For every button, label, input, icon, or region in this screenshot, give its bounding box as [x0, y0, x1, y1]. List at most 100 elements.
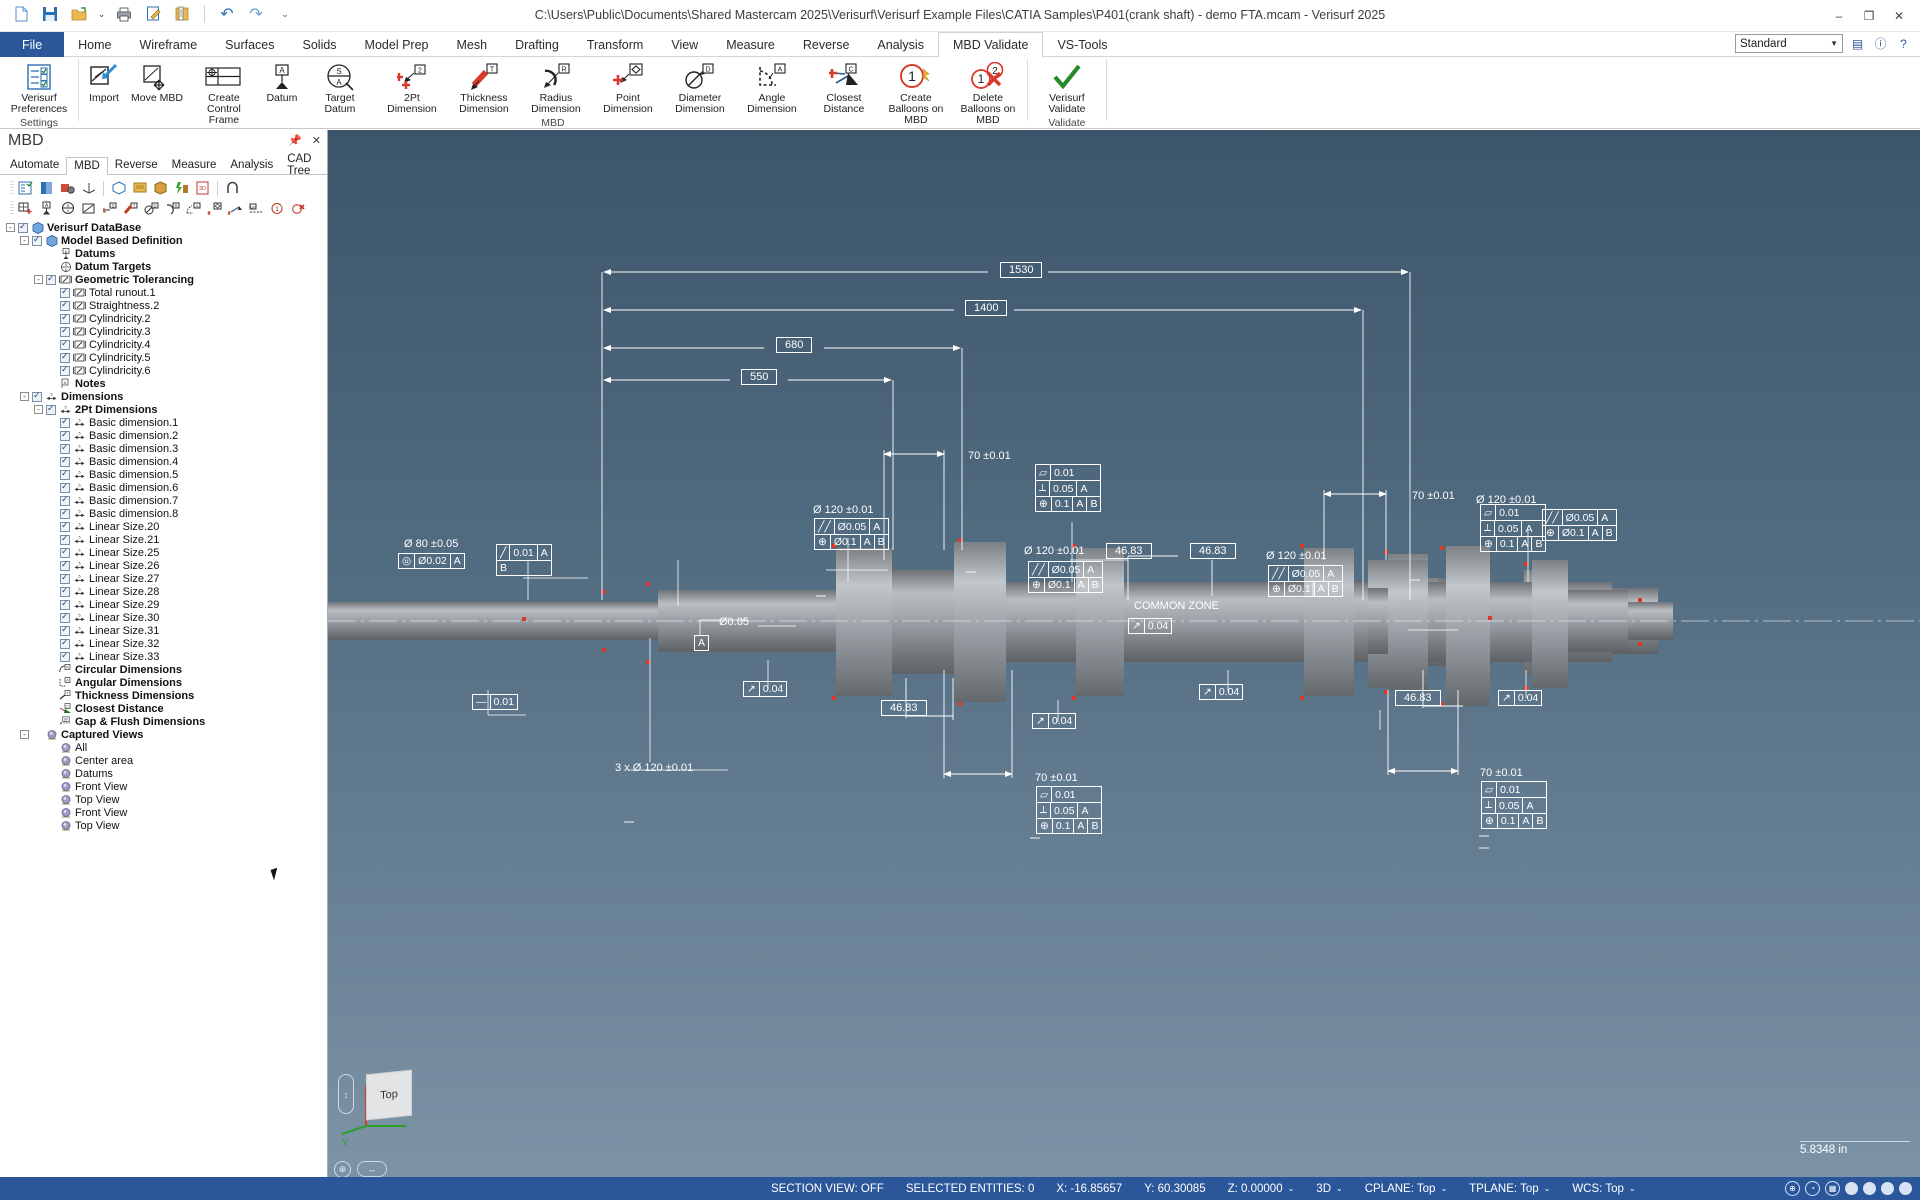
redo-icon[interactable]: ↷ — [245, 3, 267, 25]
tree-item-checkbox[interactable] — [60, 442, 70, 454]
datum-icon[interactable]: A — [37, 199, 56, 217]
tree-item[interactable]: 5 Basic dimension.2 — [6, 429, 327, 442]
panel-tab-analysis[interactable]: Analysis — [223, 156, 280, 174]
tree-item[interactable]: All — [6, 741, 327, 754]
tab-transform[interactable]: Transform — [573, 32, 658, 57]
close-button[interactable]: ✕ — [1884, 4, 1914, 28]
tab-surfaces[interactable]: Surfaces — [211, 32, 288, 57]
dim-3x-diam-120[interactable]: 3 x Ø 120 ±0.01 — [615, 762, 693, 774]
dim-46-83-d[interactable]: 46.83 — [1395, 690, 1441, 706]
tab-mbd-validate[interactable]: MBD Validate — [937, 32, 1044, 58]
fcf-runout-b[interactable]: ↗ 0.04 — [743, 681, 788, 697]
tree-item-checkbox[interactable] — [60, 585, 70, 597]
tree-item-checkbox[interactable] — [60, 429, 70, 441]
angle-dimension-icon[interactable]: A — [184, 199, 203, 217]
tree-item[interactable]: 5 Linear Size.27 — [6, 572, 327, 585]
tree-item-checkbox[interactable] — [32, 234, 42, 246]
dim-1400[interactable]: 1400 — [965, 300, 1008, 316]
target-center-icon[interactable]: ⊕ — [334, 1161, 351, 1178]
dim-diam-80[interactable]: Ø 80 ±0.05 — [404, 538, 458, 550]
fcf-runout-a[interactable]: —0.01 — [472, 694, 518, 710]
fcf-parallel-120-d[interactable]: ╱╱ Ø0.05 A ⊕ Ø0.1 A B — [1268, 565, 1343, 597]
fcf-straightness-b[interactable]: ╱ 0.01 A B — [496, 544, 552, 576]
collapse-toggle-icon[interactable]: - — [6, 223, 15, 232]
dim-46-83-c[interactable]: 46.83 — [881, 700, 927, 716]
fcf-common-zone[interactable]: ↗ 0.04 — [1128, 618, 1173, 634]
tab-vs-tools[interactable]: VS-Tools — [1043, 32, 1121, 57]
tree-item[interactable]: 5 Linear Size.28 — [6, 585, 327, 598]
tree-item-checkbox[interactable] — [60, 507, 70, 519]
move-mbd-button[interactable]: Move MBD — [126, 59, 188, 104]
tree-item-checkbox[interactable] — [60, 559, 70, 571]
folder-list-icon[interactable] — [171, 3, 193, 25]
view-gizmo[interactable]: Top X Y ↕ — [336, 1064, 446, 1154]
save-icon[interactable] — [39, 3, 61, 25]
grid-icon[interactable]: ▦ — [1825, 1181, 1840, 1196]
tab-home[interactable]: Home — [64, 32, 125, 57]
tree-item[interactable]: - Verisurf DataBase — [6, 221, 327, 234]
minimize-button[interactable]: – — [1824, 4, 1854, 28]
tree-item[interactable]: Straightness.2 — [6, 299, 327, 312]
tab-file[interactable]: File — [0, 32, 65, 57]
maximize-button[interactable]: ❐ — [1854, 4, 1884, 28]
tree-item-checkbox[interactable] — [60, 468, 70, 480]
pin-icon[interactable]: 📌 — [288, 134, 302, 147]
close-icon[interactable]: ✕ — [312, 134, 321, 147]
tree-item[interactable]: - Captured Views — [6, 728, 327, 741]
edit-file-icon[interactable] — [142, 3, 164, 25]
radius-dimension-icon[interactable]: R — [163, 199, 182, 217]
tree-item[interactable]: 5 Basic dimension.1 — [6, 416, 327, 429]
status-x[interactable]: X: -16.85657 — [1045, 1183, 1133, 1195]
undo-icon[interactable]: ↶ — [216, 3, 238, 25]
tree-item[interactable]: Datums — [6, 767, 327, 780]
dim-46-83-b[interactable]: 46.83 — [1190, 543, 1236, 559]
dim-70-a[interactable]: 70 ±0.01 — [968, 450, 1011, 462]
open-dropdown-icon[interactable]: ⌄ — [97, 3, 106, 25]
tree-item[interactable]: 5 Basic dimension.7 — [6, 494, 327, 507]
tree-item[interactable]: 5 Basic dimension.3 — [6, 442, 327, 455]
tree-item-checkbox[interactable] — [18, 221, 28, 233]
tree-item[interactable]: 5 Linear Size.29 — [6, 598, 327, 611]
status-dot-3[interactable] — [1881, 1182, 1894, 1195]
open-icon[interactable] — [68, 3, 90, 25]
gap-flush-icon[interactable]: GF — [247, 199, 266, 217]
tree-item[interactable]: - Geometric Tolerancing — [6, 273, 327, 286]
qat-more-icon[interactable]: ⌄ — [274, 3, 296, 25]
tab-reverse[interactable]: Reverse — [789, 32, 864, 57]
dim-70-d[interactable]: 70 ±0.01 — [1480, 767, 1523, 779]
tree-item-checkbox[interactable] — [46, 403, 56, 415]
book-icon[interactable] — [37, 179, 56, 197]
camera-icon[interactable] — [58, 179, 77, 197]
import-button[interactable]: Import — [82, 59, 126, 104]
tree-item-checkbox[interactable] — [60, 338, 70, 350]
tree-item[interactable]: Front View — [6, 806, 327, 819]
fcf-parallel-120-e[interactable]: ╱╱ Ø0.05 A ⊕ Ø0.1 A B — [1542, 509, 1617, 541]
thickness-dimension-icon[interactable]: T — [121, 199, 140, 217]
view-cube[interactable]: Top — [366, 1069, 412, 1121]
closest-distance-button[interactable]: C Closest Distance — [808, 59, 880, 115]
tree-item-checkbox[interactable] — [60, 598, 70, 610]
tree-item-checkbox[interactable] — [60, 299, 70, 311]
status-dot-1[interactable] — [1845, 1182, 1858, 1195]
tree-item-checkbox[interactable] — [60, 624, 70, 636]
tree-item[interactable]: GF Gap & Flush Dimensions — [6, 715, 327, 728]
status-dot-4[interactable] — [1899, 1182, 1912, 1195]
tree-item[interactable]: S A Datum Targets — [6, 260, 327, 273]
angle-dimension-button[interactable]: A Angle Dimension — [736, 59, 808, 115]
fcf-runout-e[interactable]: ↗ 0.04 — [1498, 690, 1543, 706]
dim-46-83-a[interactable]: 46.83 — [1106, 543, 1152, 559]
clock-icon[interactable]: ◔ — [1805, 1181, 1820, 1196]
tab-wireframe[interactable]: Wireframe — [126, 32, 212, 57]
point-dimension-icon[interactable] — [205, 199, 224, 217]
help-icon[interactable]: ? — [1895, 35, 1912, 52]
size-dimension-icon[interactable]: S — [100, 199, 119, 217]
tree-item[interactable]: 5 Linear Size.20 — [6, 520, 327, 533]
tab-analysis[interactable]: Analysis — [863, 32, 938, 57]
tree-item-checkbox[interactable] — [60, 364, 70, 376]
panel-tab-measure[interactable]: Measure — [165, 156, 224, 174]
tab-drafting[interactable]: Drafting — [501, 32, 573, 57]
verisurf-validate-button[interactable]: Verisurf Validate — [1031, 59, 1103, 115]
status-section-view[interactable]: SECTION VIEW: OFF — [760, 1183, 895, 1195]
mbd-tree[interactable]: - Verisurf DataBase - Model Based Definitio… — [0, 218, 327, 1182]
balloon-delete-icon[interactable] — [289, 199, 308, 217]
